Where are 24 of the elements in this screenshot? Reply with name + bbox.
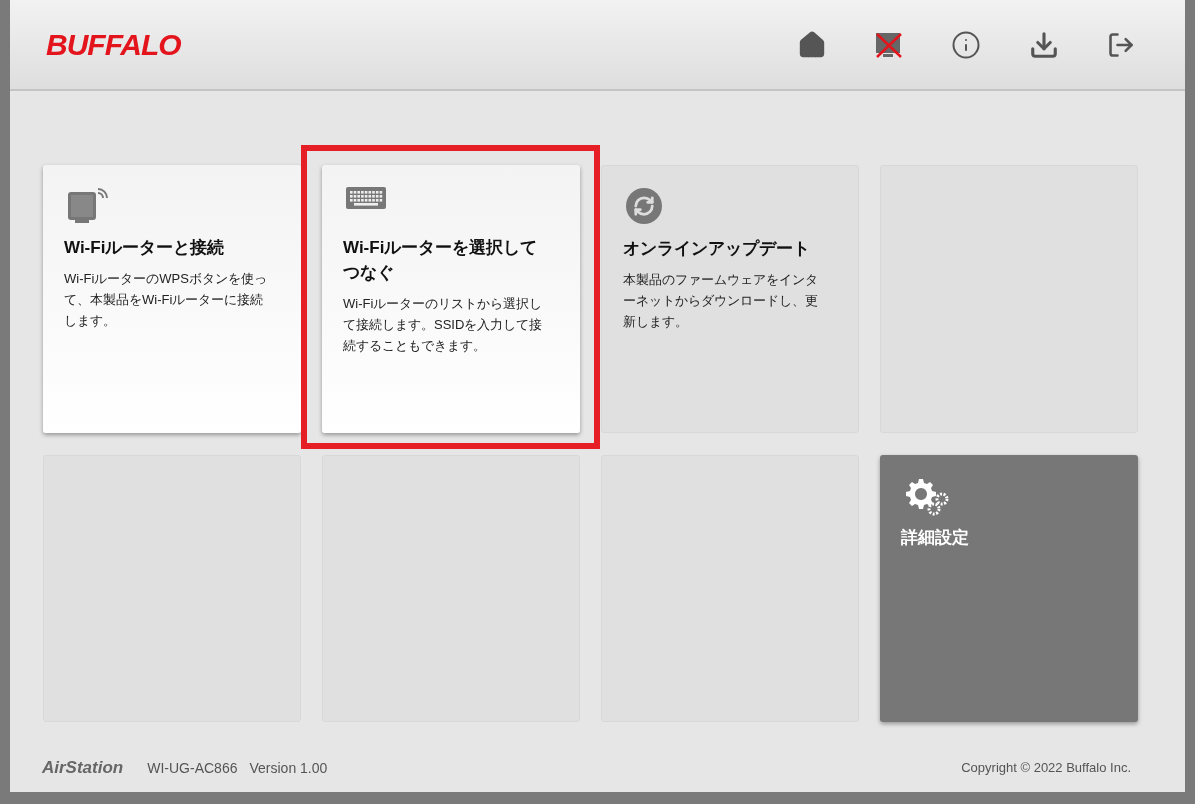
tile-description: 本製品のファームウェアをインターネットからダウンロードし、更新します。 xyxy=(623,271,819,331)
tile-title: 詳細設定 xyxy=(901,527,970,549)
tile-description: Wi-Fiルーターのリストから選択して接続します。SSIDを入力して接続することもできます。 xyxy=(343,295,544,355)
disconnected-monitor-icon[interactable] xyxy=(875,30,903,59)
copyright-text: Copyright © 2022 Buffalo Inc. xyxy=(961,759,1131,778)
router-signal-icon xyxy=(67,187,109,225)
gears-icon xyxy=(904,477,950,517)
model-name: WI-UG-AC866 xyxy=(147,758,238,778)
menu-tile[interactable]: Wi-Fiルーターと接続 Wi-FiルーターのWPSボタンを使って、本製品をWi-Fiルーターに接続します。 xyxy=(43,165,301,433)
logout-icon[interactable] xyxy=(1107,30,1135,59)
tile-title: Wi-Fiルーターと接続 xyxy=(64,237,226,259)
version-text: Version 1.00 xyxy=(249,758,328,778)
refresh-icon xyxy=(626,188,662,224)
tile-title: オンラインアップデート xyxy=(623,238,811,260)
tile-title: Wi-Fiルーターを選択してつなぐ xyxy=(343,237,539,284)
product-logo: AirStation xyxy=(42,757,124,780)
brand-logo: BUFFALO xyxy=(46,29,181,60)
info-icon[interactable] xyxy=(951,29,981,60)
tile-description: Wi-FiルーターのWPSボタンを使って、本製品をWi-Fiルーターに接続します。 xyxy=(64,270,267,330)
keyboard-icon xyxy=(346,187,386,209)
menu-tile[interactable]: 詳細設定 xyxy=(880,455,1138,722)
download-icon[interactable] xyxy=(1029,29,1059,60)
home-icon[interactable] xyxy=(797,29,827,60)
menu-tile[interactable]: Wi-Fiルーターを選択してつなぐ Wi-Fiルーターのリストから選択して接続します。SSIDを入力して接続することもできます。 xyxy=(322,165,580,433)
